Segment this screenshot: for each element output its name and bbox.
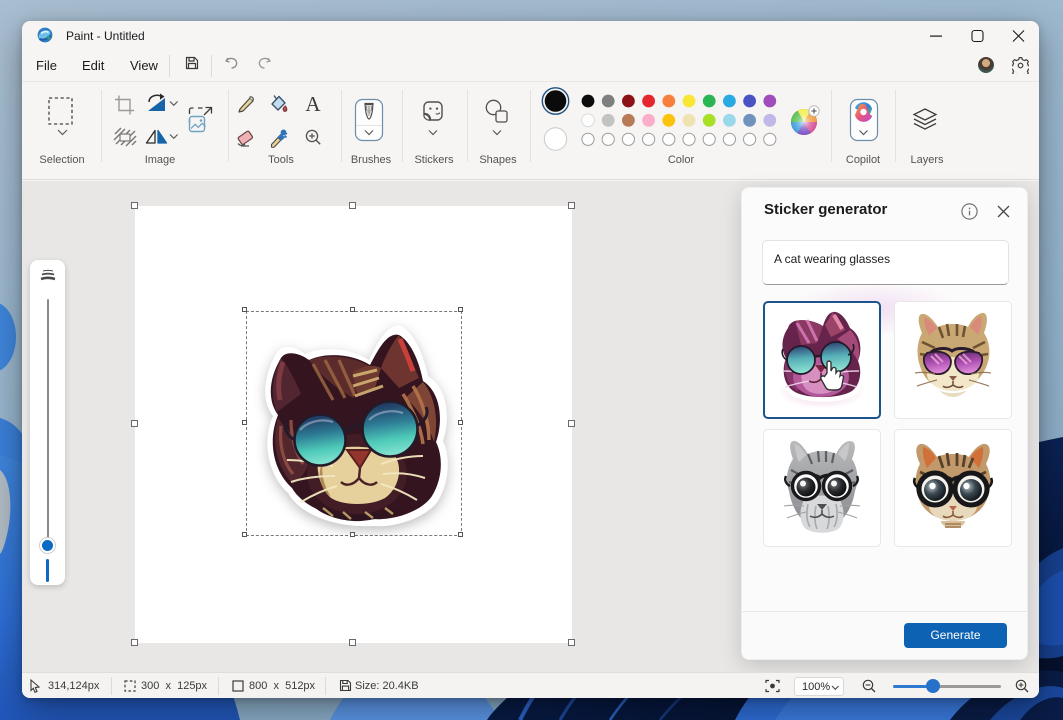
svg-text:A: A (305, 92, 321, 116)
